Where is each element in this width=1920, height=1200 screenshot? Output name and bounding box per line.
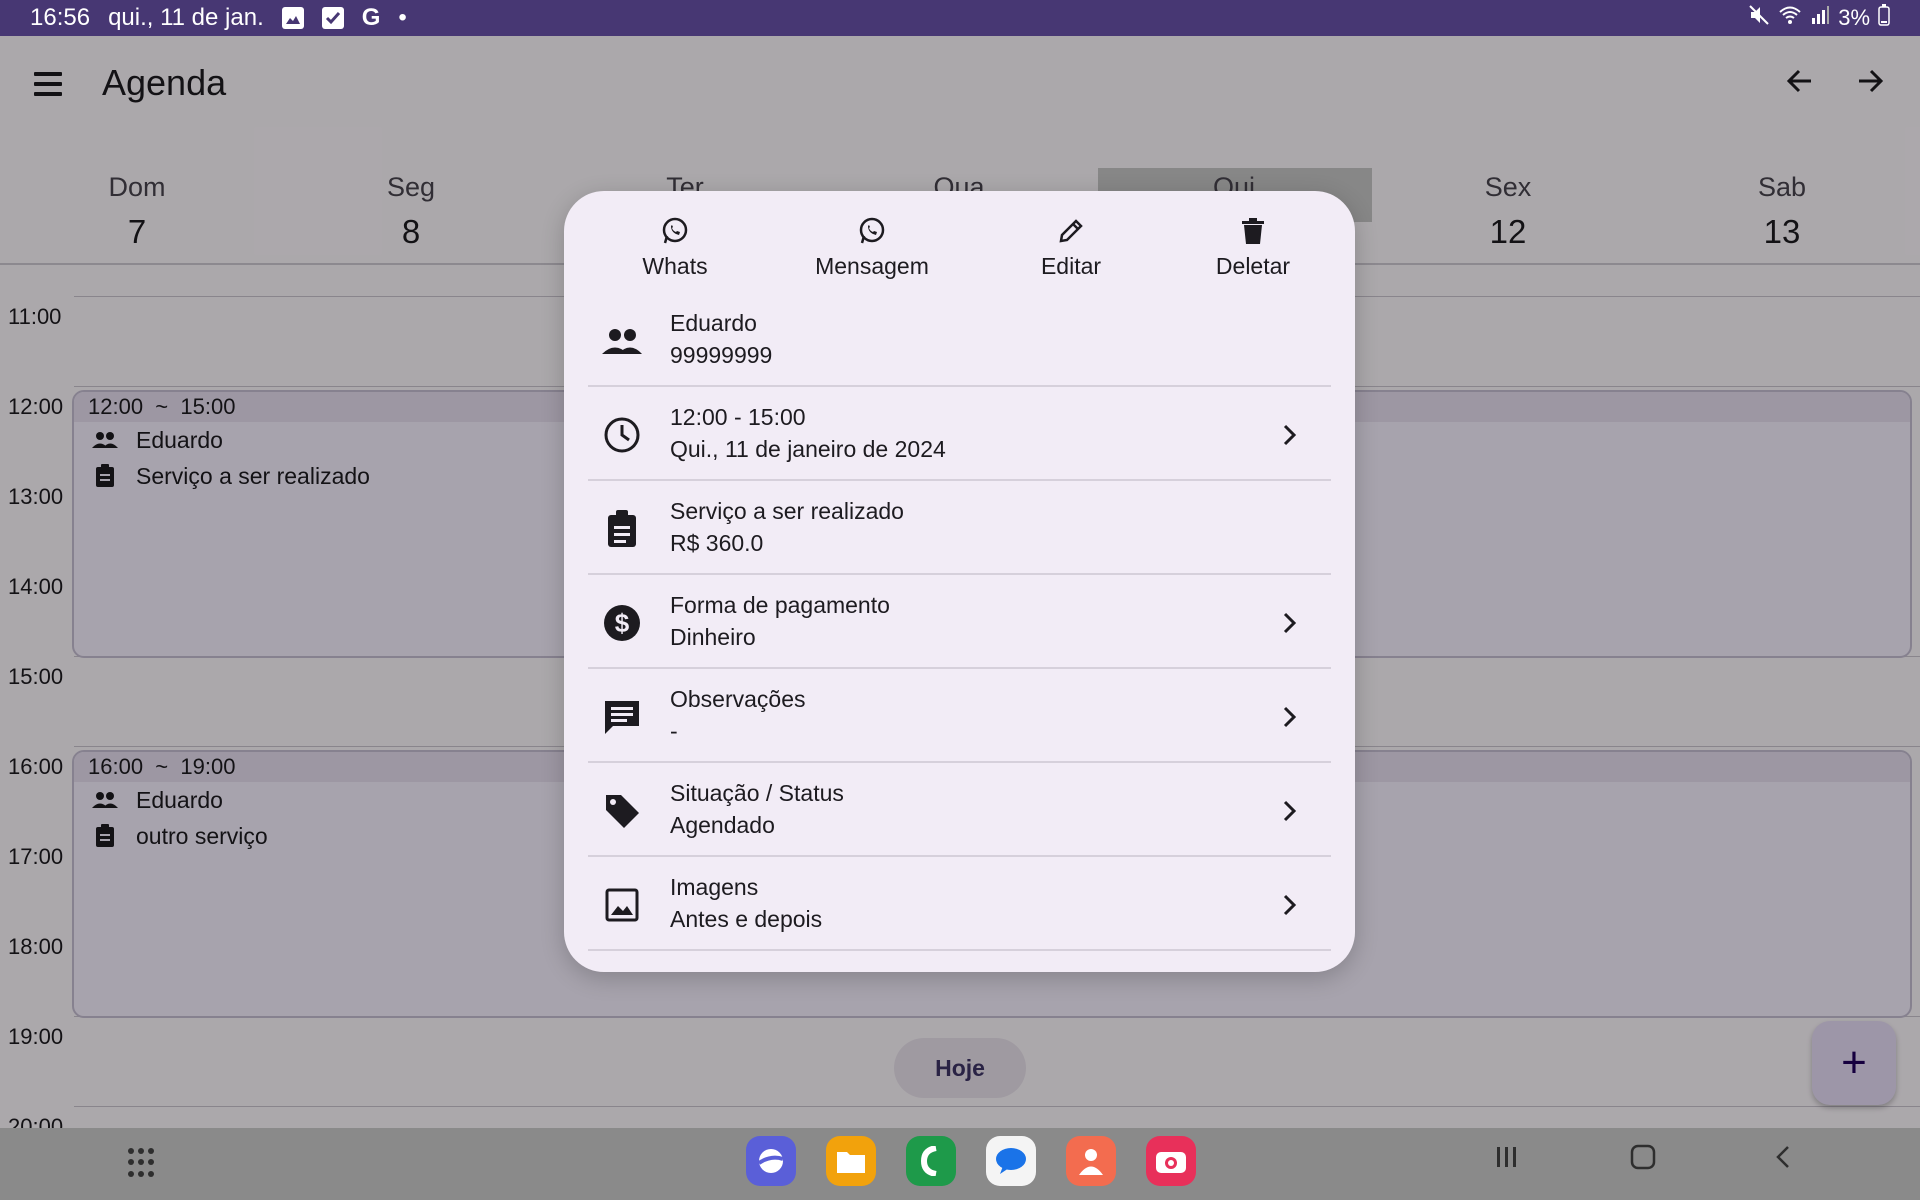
- recent-apps-button[interactable]: [1494, 1144, 1520, 1178]
- check-notification-icon: [321, 7, 344, 29]
- status-label: Situação / Status: [670, 780, 844, 806]
- service-row: Serviço a ser realizado R$ 360.0: [588, 481, 1331, 575]
- dollar-icon: $: [602, 603, 642, 643]
- status-bar: 16:56 qui., 11 de jan. G • 3%: [0, 0, 1920, 36]
- back-icon: [1776, 1146, 1789, 1168]
- files-app-icon[interactable]: [826, 1136, 876, 1186]
- message-label: Mensagem: [815, 253, 929, 279]
- appointment-dialog: Whats Mensagem Editar Deletar Eduardo 99…: [564, 191, 1355, 972]
- client-row: Eduardo 99999999: [588, 293, 1331, 387]
- battery-percent: 3%: [1838, 5, 1870, 30]
- payment-label: Forma de pagamento: [670, 592, 890, 618]
- recents-icon: [1497, 1147, 1516, 1167]
- camera-app-icon[interactable]: [1146, 1136, 1196, 1186]
- comment-icon: [602, 697, 642, 737]
- whats-label: Whats: [642, 253, 708, 279]
- images-label: Imagens: [670, 874, 759, 900]
- clock-icon: [602, 415, 642, 455]
- status-row[interactable]: Situação / Status Agendado: [588, 763, 1331, 857]
- back-button[interactable]: [1770, 1144, 1796, 1178]
- chevron-right-icon: [1275, 603, 1303, 643]
- tag-icon: [602, 791, 642, 831]
- notes-value: -: [670, 718, 678, 744]
- clipboard-icon: [602, 509, 642, 549]
- edit-button[interactable]: Editar: [1010, 215, 1132, 280]
- system-nav-bar: [0, 1128, 1920, 1200]
- home-button[interactable]: [1630, 1144, 1656, 1178]
- apps-grid-icon[interactable]: [128, 1148, 158, 1178]
- image-icon: [602, 885, 642, 925]
- status-time: 16:56: [30, 4, 91, 31]
- payment-value: Dinheiro: [670, 624, 756, 650]
- time-range: 12:00 - 15:00: [670, 404, 806, 430]
- battery-icon: [1878, 4, 1890, 32]
- delete-label: Deletar: [1215, 253, 1291, 279]
- pencil-icon: [1058, 215, 1084, 247]
- notes-row[interactable]: Observações -: [588, 669, 1331, 763]
- whats-button[interactable]: Whats: [612, 215, 738, 280]
- edit-label: Editar: [1040, 253, 1102, 279]
- chevron-right-icon: [1275, 885, 1303, 925]
- whatsapp-icon: [858, 215, 886, 247]
- signal-icon: [1810, 5, 1830, 31]
- wifi-icon: [1778, 5, 1802, 31]
- images-row[interactable]: Imagens Antes e depois: [588, 857, 1331, 951]
- service-name: Serviço a ser realizado: [670, 498, 904, 524]
- status-value: Agendado: [670, 812, 775, 838]
- whatsapp-icon: [661, 215, 689, 247]
- appointment-date: Qui., 11 de janeiro de 2024: [670, 436, 946, 462]
- delete-button[interactable]: Deletar: [1186, 215, 1320, 280]
- trash-icon: [1242, 215, 1264, 247]
- phone-app-icon[interactable]: [906, 1136, 956, 1186]
- google-notification-icon: G: [361, 4, 381, 31]
- images-value: Antes e depois: [670, 906, 823, 932]
- client-phone: 99999999: [670, 342, 773, 368]
- app-dock: [746, 1136, 1196, 1186]
- svg-text:$: $: [615, 608, 630, 638]
- notification-dot: •: [398, 4, 407, 31]
- status-date: qui., 11 de jan.: [108, 4, 264, 31]
- messages-app-icon[interactable]: [986, 1136, 1036, 1186]
- time-row[interactable]: 12:00 - 15:00 Qui., 11 de janeiro de 202…: [588, 387, 1331, 481]
- chevron-right-icon: [1275, 791, 1303, 831]
- notes-label: Observações: [670, 686, 806, 712]
- dialog-actions: Whats Mensagem Editar Deletar: [564, 215, 1355, 285]
- people-icon: [602, 321, 642, 361]
- mute-icon: [1748, 4, 1770, 32]
- browser-app-icon[interactable]: [746, 1136, 796, 1186]
- chevron-right-icon: [1275, 697, 1303, 737]
- payment-row[interactable]: $ Forma de pagamento Dinheiro: [588, 575, 1331, 669]
- service-price: R$ 360.0: [670, 530, 764, 556]
- chevron-right-icon: [1275, 415, 1303, 455]
- client-name: Eduardo: [670, 310, 757, 336]
- contacts-app-icon[interactable]: [1066, 1136, 1116, 1186]
- message-button[interactable]: Mensagem: [790, 215, 954, 280]
- gallery-notification-icon: [281, 7, 304, 29]
- home-icon: [1630, 1144, 1656, 1170]
